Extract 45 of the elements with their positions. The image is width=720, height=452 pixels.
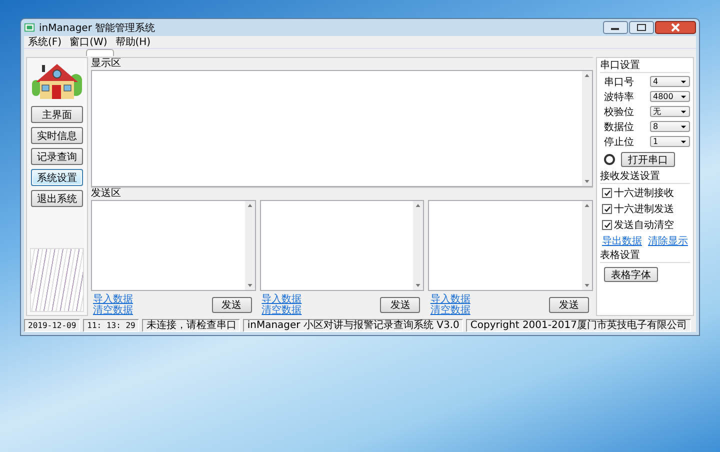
table-font-button[interactable]: 表格字体 (604, 267, 658, 282)
action-link[interactable]: 导出数据 (602, 234, 642, 248)
dropdown[interactable]: 1 (650, 136, 690, 147)
field-label: 数据位 (604, 120, 634, 134)
status-text: 2019-12-09 (24, 319, 80, 332)
clear-data-link[interactable]: 清空数据 (430, 305, 470, 316)
clear-data-link[interactable]: 清空数据 (262, 305, 302, 316)
action-link[interactable]: 清除显示 (648, 234, 688, 248)
checkbox-label: 十六进制接收 (614, 186, 674, 200)
dropdown[interactable]: 4800 (650, 91, 690, 102)
field-label: 波特率 (604, 90, 634, 104)
window-title: inManager 智能管理系统 (39, 22, 156, 34)
menu-item[interactable]: 帮助(H) (115, 35, 151, 49)
send-button[interactable]: 发送 (549, 297, 590, 313)
import-data-link[interactable]: 导入数据 (430, 294, 470, 305)
checkbox-label: 发送自动清空 (614, 218, 674, 232)
send-button[interactable]: 发送 (212, 297, 252, 313)
field-label: 校验位 (604, 106, 634, 118)
open-port-button[interactable]: 打开串口 (621, 152, 675, 167)
nav-button[interactable]: 主界面 (31, 106, 83, 123)
field-label: 停止位 (604, 136, 634, 148)
send-button[interactable]: 发送 (380, 297, 420, 313)
nav-button[interactable]: 实时信息 (31, 127, 83, 144)
checkbox-label: 十六进制发送 (614, 202, 674, 216)
group-label: 发送区 (91, 188, 122, 200)
section-title: 串口设置 (600, 60, 690, 73)
dropdown[interactable]: 无 (650, 106, 690, 117)
dropdown[interactable]: 8 (650, 121, 690, 132)
import-data-link[interactable]: 导入数据 (262, 294, 302, 305)
nav-button[interactable]: 系统设置 (31, 169, 83, 186)
group-label: 显示区 (91, 58, 122, 70)
nav-button[interactable]: 记录查询 (31, 148, 83, 165)
import-data-link[interactable]: 导入数据 (93, 294, 133, 305)
status-text: Copyright 2001-2017厦门市英技电子有限公司 (466, 319, 691, 332)
status-text: 11: 13: 29 (83, 319, 140, 332)
status-text: 未连接，请检查串口 (142, 319, 240, 332)
dropdown[interactable]: 4 (650, 76, 690, 87)
section-title: 表格设置 (600, 250, 690, 263)
status-text: inManager 小区对讲与报警记录查询系统 V3.0 (243, 319, 464, 332)
menu-item[interactable]: 窗口(W) (70, 35, 108, 49)
menu-item[interactable]: 系统(F) (28, 35, 62, 49)
section-title: 接收发送设置 (600, 171, 690, 184)
nav-button[interactable]: 退出系统 (31, 190, 83, 207)
field-label: 串口号 (604, 76, 634, 88)
clear-data-link[interactable]: 清空数据 (93, 305, 133, 316)
